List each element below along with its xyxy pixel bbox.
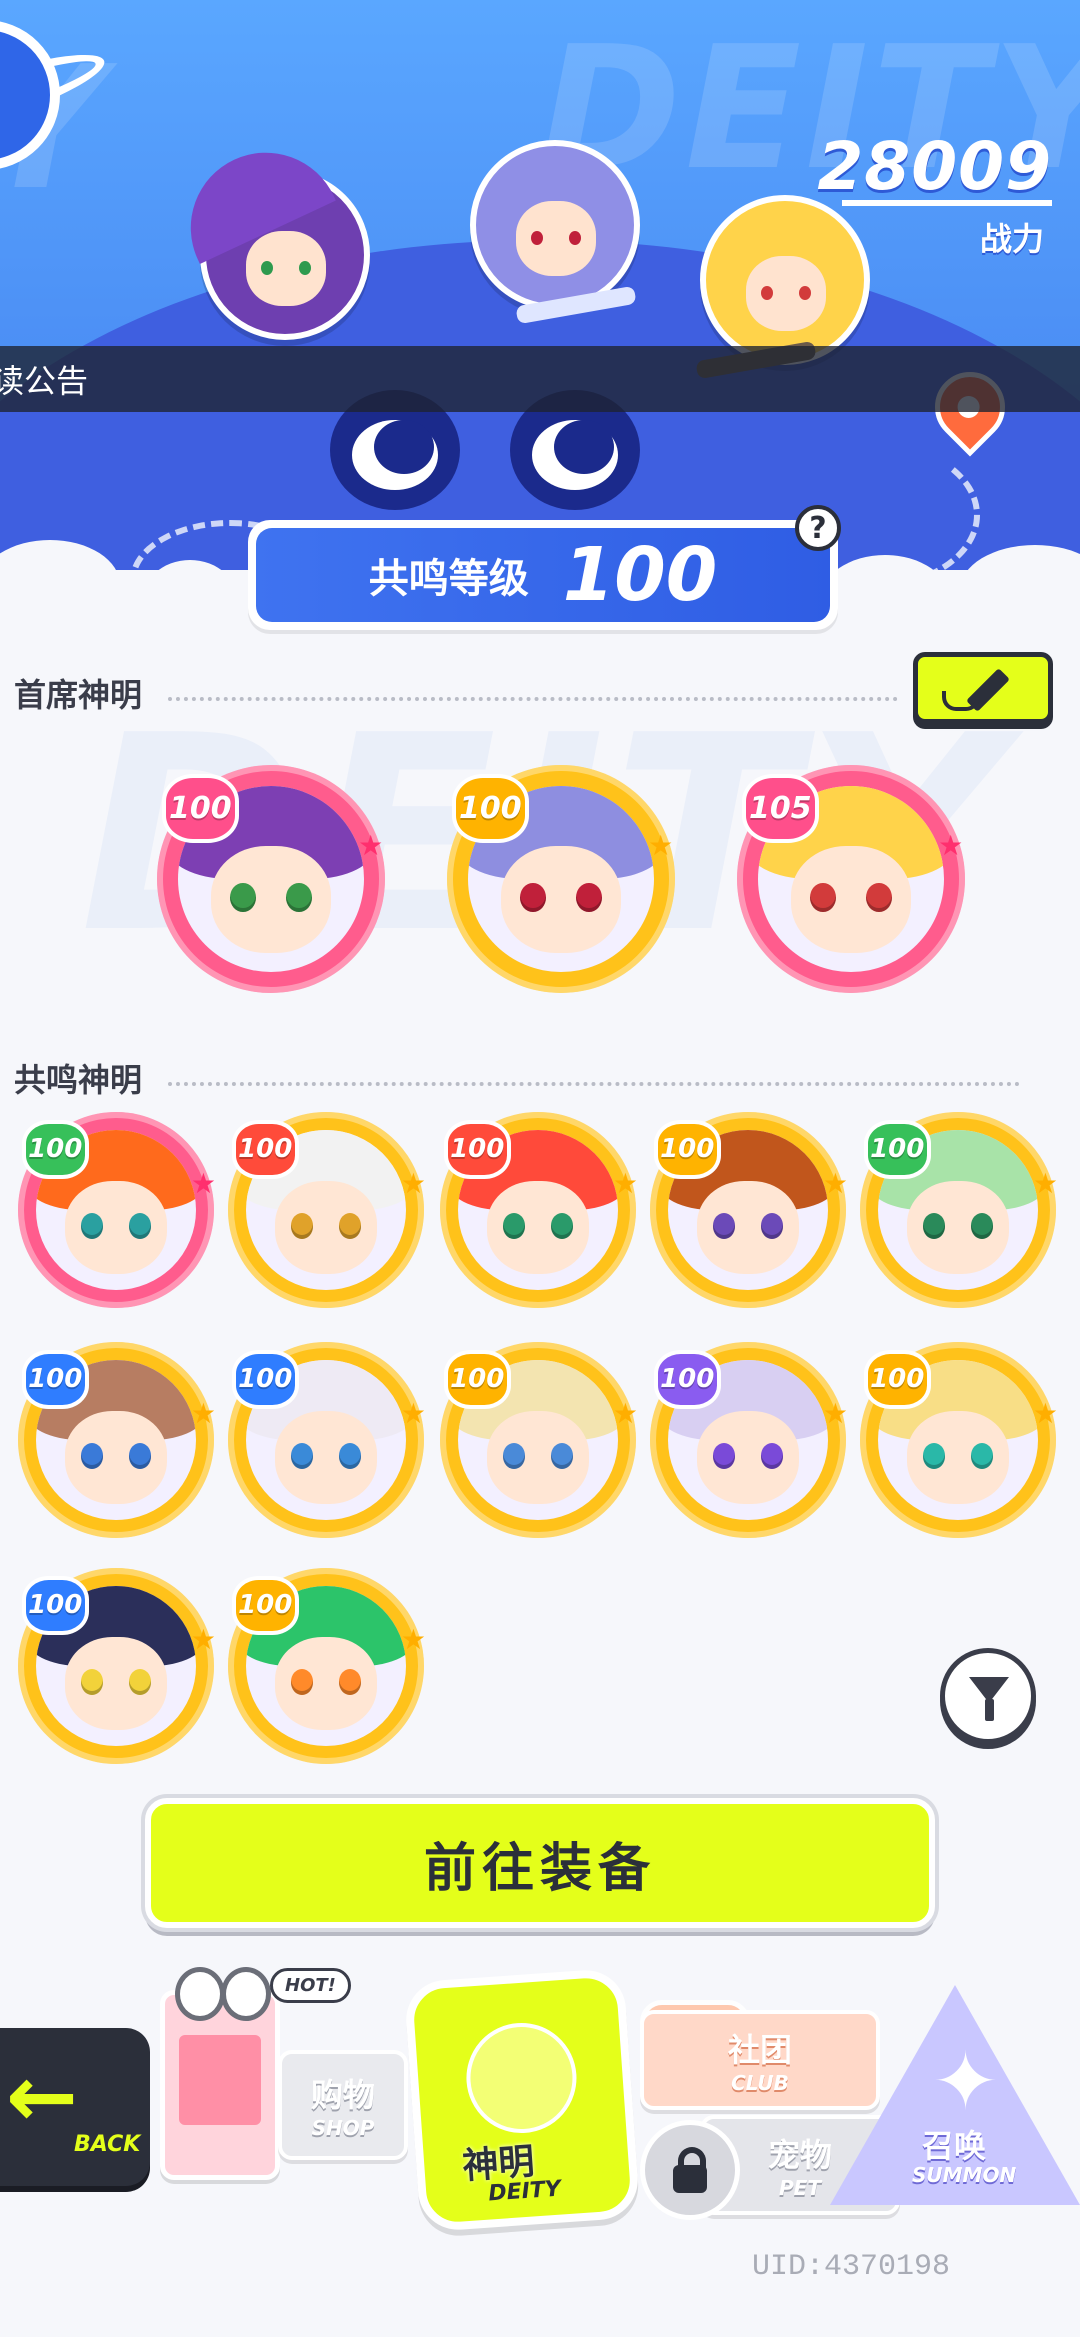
star-icon: ★ (400, 1622, 427, 1656)
deity-level-badge: 100 (21, 1349, 89, 1409)
chibi-character-2[interactable] (470, 140, 640, 325)
star-icon: ★ (612, 1396, 639, 1430)
announcement-text: 读公告 (0, 362, 89, 400)
deity-level-badge: 100 (231, 1575, 299, 1635)
deity-level-badge: 100 (863, 1119, 931, 1179)
resonance-deity-title: 共鸣神明 (14, 1061, 143, 1099)
back-label: BACK (74, 2132, 141, 2157)
chibi-character-3[interactable] (695, 195, 870, 380)
lock-icon (640, 2120, 740, 2220)
combat-power-underline (842, 200, 1052, 206)
chibi-character-1[interactable] (166, 128, 370, 340)
pencil-icon[interactable] (913, 652, 1053, 724)
deity-level-badge: 100 (161, 774, 240, 843)
chief-deity-title: 首席神明 (14, 676, 143, 714)
deity-level-badge: 100 (443, 1119, 511, 1179)
deity-mascot-icon (462, 2019, 581, 2137)
deity-level-badge: 100 (653, 1119, 721, 1179)
resonance-level-panel: 共鸣等级 100 (248, 520, 838, 630)
vending-machine-icon (160, 1967, 280, 2180)
star-icon: ★ (612, 1166, 639, 1200)
nav-club-label: 社团 (727, 2031, 792, 2069)
resonance-level-value: 100 (562, 532, 718, 618)
deity-level-badge: 100 (451, 774, 530, 843)
resonance_deities-badge[interactable]: 100 ★ (860, 1342, 1059, 1538)
user-id: UID:4370198 (752, 2250, 951, 2284)
resonance-level-label: 共鸣等级 (368, 556, 529, 602)
star-icon: ★ (938, 829, 964, 863)
resonance_deities-badge[interactable]: 100 ★ (18, 1568, 217, 1764)
nav-summon-label-en: SUMMON (912, 2163, 1017, 2187)
deity-level-badge: 100 (653, 1349, 721, 1409)
resonance_deities-badge[interactable]: 100 ★ (650, 1112, 849, 1308)
resonance_deities-badge[interactable]: 100 ★ (860, 1112, 1059, 1308)
back-button[interactable]: ← BACK (0, 2028, 150, 2186)
star-icon: ★ (648, 829, 674, 863)
deity-level-badge: 100 (231, 1349, 299, 1409)
nav-shop-label: 购物 (310, 2076, 375, 2114)
resonance_deities-badge[interactable]: 100 ★ (228, 1568, 427, 1764)
nav-summon[interactable]: ✦ 召唤 SUMMON (830, 1985, 1080, 2215)
resonance_deities-badge[interactable]: 100 ★ (440, 1112, 639, 1308)
star-icon: ★ (190, 1396, 217, 1430)
star-icon: ★ (400, 1396, 427, 1430)
hot-badge: HOT! (270, 1968, 351, 2003)
star-icon: ★ (190, 1622, 217, 1656)
nav-summon-label: 召唤 (922, 2127, 987, 2165)
deity-level-badge: 105 (741, 774, 820, 843)
star-icon: ★ (358, 829, 384, 863)
star-icon: ★ (822, 1166, 849, 1200)
resonance_deities-badge[interactable]: 100 ★ (440, 1342, 639, 1538)
star-icon: ★ (822, 1396, 849, 1430)
nav-deity-label-en: DEITY (487, 2176, 562, 2207)
deity-level-badge: 100 (863, 1349, 931, 1409)
go-to-equip-button[interactable]: 前往装备 (145, 1798, 935, 1928)
nav-shop[interactable]: HOT! 购物 SHOP (160, 1960, 410, 2190)
filter-icon[interactable] (940, 1648, 1036, 1744)
nav-shop-label-en: SHOP (311, 2116, 375, 2140)
chief_deities-badge[interactable]: 105 ★ (737, 765, 965, 993)
deity-level-badge: 100 (443, 1349, 511, 1409)
nav-shop-tag: 购物 SHOP (278, 2050, 408, 2160)
star-icon: ★ (190, 1166, 217, 1200)
star-icon: ★ (1032, 1396, 1059, 1430)
combat-power-label: 战力 (979, 220, 1044, 258)
resonance_deities-badge[interactable]: 100 ★ (18, 1112, 217, 1308)
deity-level-badge: 100 (21, 1119, 89, 1179)
announcement-bar[interactable]: 读公告 (0, 346, 1080, 412)
resonance-deity-divider (168, 1082, 1020, 1086)
deity-level-badge: 100 (21, 1575, 89, 1635)
drip-blob (820, 555, 950, 640)
resonance_deities-badge[interactable]: 100 ★ (228, 1112, 427, 1308)
drip-blob (140, 560, 240, 640)
chief-deity-divider (168, 697, 898, 701)
nav-pet-label: 宠物 (767, 2136, 832, 2174)
nav-deity[interactable]: 神明 DEITY (403, 1967, 641, 2233)
resonance_deities-badge[interactable]: 100 ★ (228, 1342, 427, 1538)
resonance_deities-badge[interactable]: 100 ★ (650, 1342, 849, 1538)
sparkle-icon: ✦ (932, 2035, 1000, 2128)
resonance_deities-badge[interactable]: 100 ★ (18, 1342, 217, 1538)
chief_deities-badge[interactable]: 100 ★ (447, 765, 675, 993)
star-icon: ★ (1032, 1166, 1059, 1200)
nav-club-label-en: CLUB (731, 2071, 789, 2095)
back-arrow-icon: ← (6, 2047, 79, 2147)
header-banner: Y DEITY 28009 战力 读公告 共鸣等级 100 ? (0, 0, 1080, 640)
question-icon[interactable]: ? (795, 505, 841, 551)
chief_deities-badge[interactable]: 100 ★ (157, 765, 385, 993)
nav-pet-label-en: PET (779, 2176, 821, 2200)
star-icon: ★ (400, 1166, 427, 1200)
combat-power-value: 28009 (817, 128, 1052, 205)
deity-level-badge: 100 (231, 1119, 299, 1179)
go-to-equip-label: 前往装备 (423, 1838, 656, 1899)
